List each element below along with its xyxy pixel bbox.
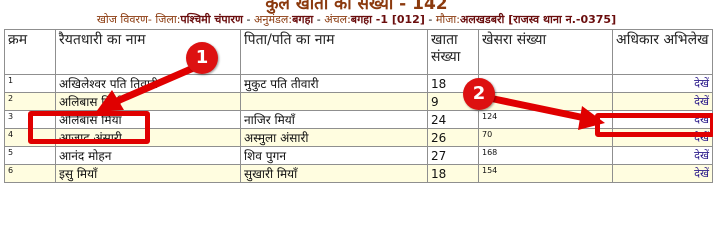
annotation-arrows bbox=[96, 62, 605, 130]
annotation-badge-1: 1 bbox=[186, 42, 218, 74]
annotation-badge-2: 2 bbox=[463, 78, 495, 110]
arrow-to-raiyat bbox=[96, 62, 202, 112]
arrow-to-view-link bbox=[490, 95, 605, 130]
